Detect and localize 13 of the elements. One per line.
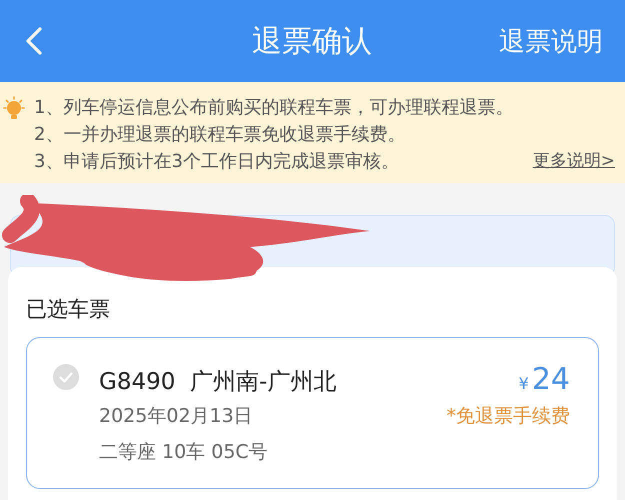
travel-date: 2025年02月13日 — [99, 404, 253, 429]
page-title: 退票确认 — [251, 22, 373, 60]
back-icon[interactable] — [24, 26, 44, 56]
notice-text: 3、申请后预计在3个工作日内完成退票审核。 — [34, 150, 399, 174]
ticket-price: ¥24 — [518, 362, 570, 397]
train-route: G8490 广州南-广州北 — [99, 368, 336, 397]
notice-text: 1、列车停运信息公布前购买的联程车票，可办理联程退票。 — [34, 96, 514, 120]
seat-info: 二等座 10车 05C号 — [99, 440, 269, 465]
lightbulb-icon — [2, 96, 26, 122]
more-info-link[interactable]: 更多说明> — [532, 148, 615, 175]
section-title: 已选车票 — [26, 296, 111, 323]
notice-text: 2、一并办理退票的联程车票免收退票手续费。 — [34, 123, 406, 147]
fee-note: *免退票手续费 — [446, 404, 570, 429]
